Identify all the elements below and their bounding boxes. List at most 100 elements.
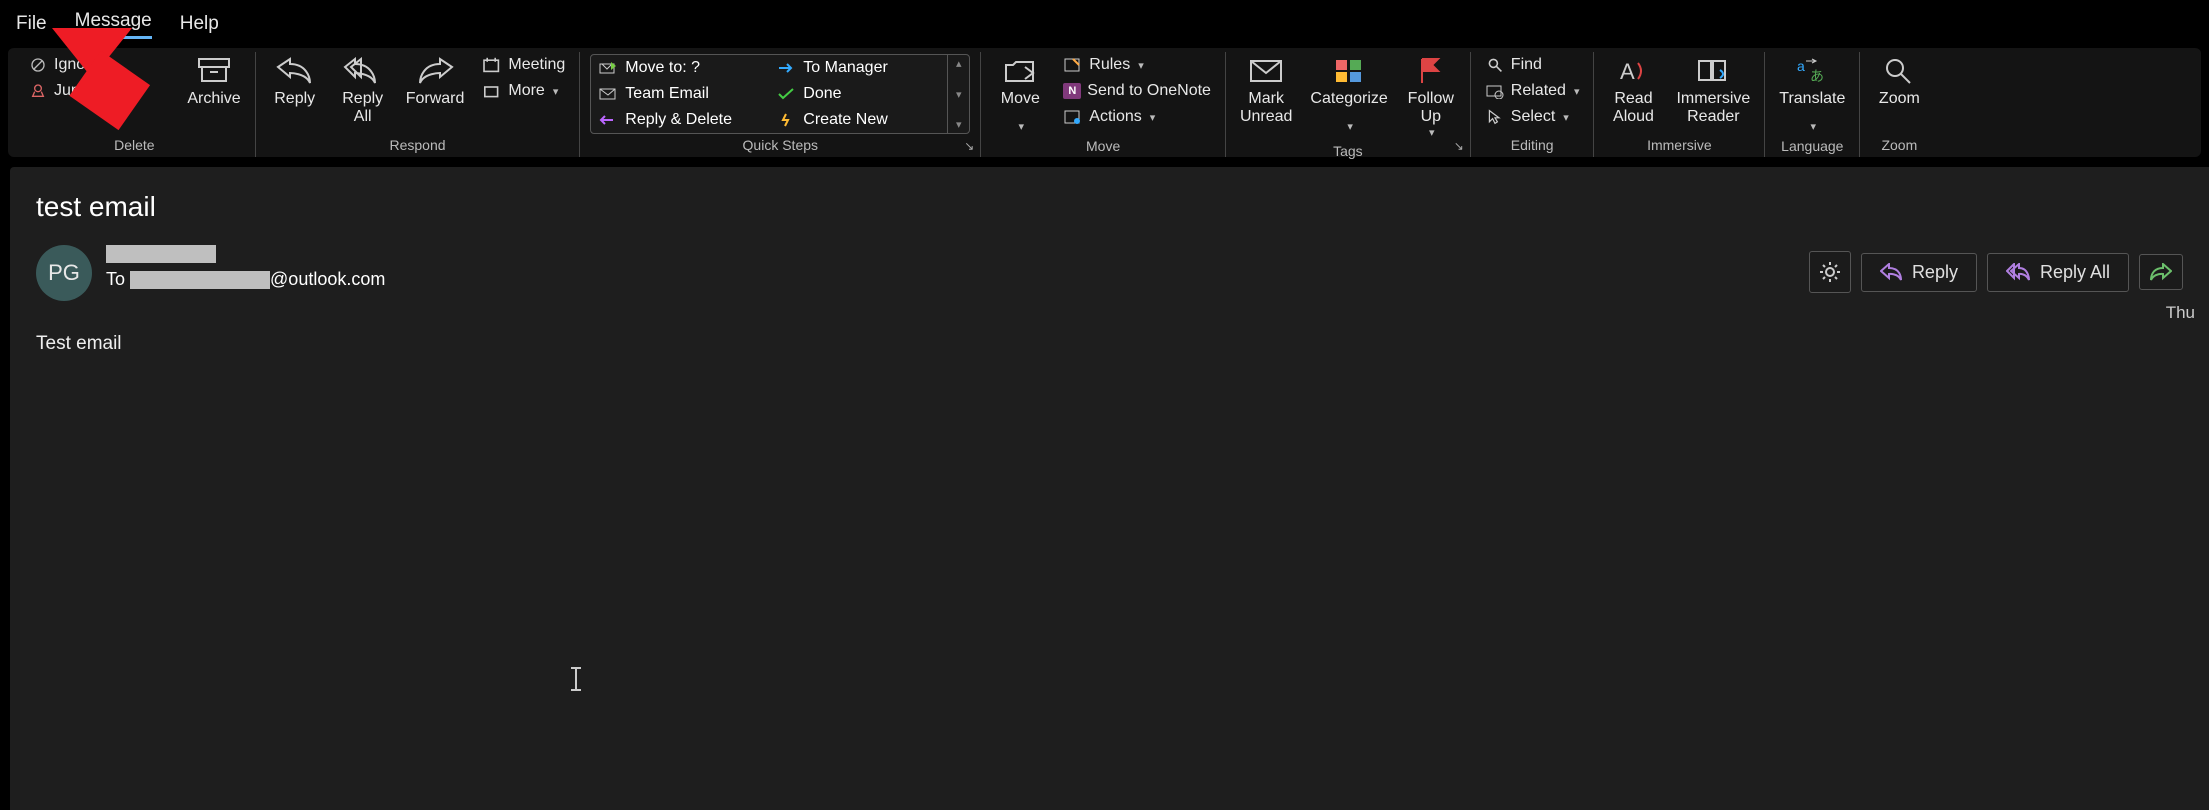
quickstep-done-label: Done (803, 85, 841, 103)
rules-label: Rules (1089, 56, 1130, 74)
ignore-button[interactable]: Ignore (24, 54, 105, 76)
rules-button[interactable]: Rules▾ (1059, 54, 1215, 76)
text-cursor (575, 667, 577, 691)
immersivereader-icon (1696, 56, 1730, 86)
quickstep-replydelete[interactable]: Reply & Delete (591, 107, 769, 133)
related-label: Related (1511, 82, 1566, 100)
move-button[interactable]: Move▾ (991, 54, 1049, 136)
email-header: PG To @outlook.com Reply Reply All (36, 245, 2183, 301)
email-timestamp: Thu (2166, 303, 2195, 323)
readaloud-label: Read Aloud (1613, 90, 1654, 127)
zoom-label: Zoom (1879, 90, 1920, 108)
meeting-button[interactable]: Meeting (478, 54, 569, 76)
replyall-label: Reply All (342, 90, 383, 127)
quicksteps-scroll[interactable]: ▴▾▾ (947, 55, 969, 133)
group-editing: Find Related▾ Select▾ Editing (1471, 52, 1595, 157)
categorize-button[interactable]: Categorize▾ (1306, 54, 1391, 136)
quicksteps-launcher[interactable]: ↘ (964, 139, 974, 153)
pane-forward-button[interactable] (2139, 254, 2183, 290)
group-tags-label: Tags (1236, 141, 1460, 161)
email-subject: test email (36, 191, 2183, 223)
more-respond-button[interactable]: More▾ (478, 80, 569, 102)
zoom-icon (1884, 56, 1914, 86)
sender-name-redacted (106, 245, 216, 263)
email-body: Test email (36, 333, 2183, 355)
svg-text:あ: あ (1810, 68, 1824, 84)
quickstep-moveto[interactable]: Move to: ? (591, 55, 769, 81)
quickstep-teamemail[interactable]: Team Email (591, 81, 769, 107)
reading-pane: test email PG To @outlook.com Reply Repl… (10, 167, 2209, 810)
svg-text:A: A (1620, 59, 1635, 84)
toggle-light-button[interactable] (1809, 251, 1851, 293)
reply-icon (276, 56, 314, 86)
find-button[interactable]: Find (1481, 54, 1584, 76)
group-delete-label: Delete (24, 135, 245, 155)
to-line: To @outlook.com (106, 269, 385, 290)
pane-reply-button[interactable]: Reply (1861, 253, 1977, 292)
immersivereader-label: Immersive Reader (1676, 90, 1750, 127)
move-icon (1003, 56, 1037, 86)
tab-help[interactable]: Help (180, 13, 219, 39)
group-zoom-label: Zoom (1870, 135, 1928, 155)
tab-message[interactable]: Message (75, 10, 152, 39)
quickstep-done[interactable]: Done (769, 81, 947, 107)
replyall-icon (2006, 263, 2030, 281)
followup-label: Follow Up (1408, 90, 1454, 127)
group-immersive-label: Immersive (1604, 135, 1754, 155)
tab-file[interactable]: File (16, 13, 47, 39)
onenote-button[interactable]: N Send to OneNote (1059, 80, 1215, 102)
forward-button[interactable]: Forward (402, 54, 469, 110)
flag-icon (1418, 56, 1444, 86)
to-address-redacted (130, 271, 270, 289)
envelope-icon (1249, 56, 1283, 86)
quickstep-tomanager-label: To Manager (803, 59, 888, 77)
categorize-icon (1334, 56, 1364, 86)
group-respond-label: Respond (266, 135, 570, 155)
pane-replyall-button[interactable]: Reply All (1987, 253, 2129, 292)
group-language-label: Language (1775, 136, 1849, 156)
zoom-button[interactable]: Zoom (1870, 54, 1928, 110)
markunread-button[interactable]: Mark Unread (1236, 54, 1296, 129)
onenote-label: Send to OneNote (1087, 82, 1211, 100)
tags-launcher[interactable]: ↘ (1454, 139, 1464, 153)
reply-button[interactable]: Reply (266, 54, 324, 110)
group-immersive: A Read Aloud Immersive Reader Immersive (1594, 52, 1765, 157)
quickstep-createnew-label: Create New (803, 111, 887, 129)
ribbon: Ignore Junk▾ Archive Delete (8, 47, 2201, 157)
translate-button[interactable]: aあ Translate▾ (1775, 54, 1849, 136)
sender-avatar[interactable]: PG (36, 245, 92, 301)
readaloud-button[interactable]: A Read Aloud (1604, 54, 1662, 129)
readaloud-icon: A (1618, 56, 1648, 86)
group-quicksteps-label: Quick Steps (590, 135, 970, 155)
actions-label: Actions (1089, 108, 1141, 126)
junk-button[interactable]: Junk▾ (24, 80, 105, 102)
to-label: To (106, 269, 125, 289)
quickstep-replydelete-label: Reply & Delete (625, 111, 732, 129)
group-delete: Ignore Junk▾ Archive Delete (14, 52, 256, 157)
followup-button[interactable]: Follow Up▾ (1402, 54, 1460, 141)
sun-icon (1819, 261, 1841, 283)
quickstep-createnew[interactable]: Create New (769, 107, 947, 133)
related-button[interactable]: Related▾ (1481, 80, 1584, 102)
group-language: aあ Translate▾ Language (1765, 52, 1860, 157)
archive-button[interactable]: Archive (183, 54, 244, 110)
junk-label: Junk (54, 82, 88, 100)
quickstep-moveto-label: Move to: ? (625, 59, 700, 77)
group-tags: Mark Unread Categorize▾ Follow Up▾ Tags … (1226, 52, 1471, 157)
archive-icon (197, 56, 231, 86)
to-suffix: @outlook.com (270, 269, 385, 289)
immersivereader-button[interactable]: Immersive Reader (1672, 54, 1754, 129)
markunread-label: Mark Unread (1240, 90, 1292, 127)
replyall-button[interactable]: Reply All (334, 54, 392, 129)
group-editing-label: Editing (1481, 135, 1584, 155)
meeting-label: Meeting (508, 56, 565, 74)
replyall-icon (343, 56, 383, 86)
actions-button[interactable]: Actions▾ (1059, 106, 1215, 128)
pane-replyall-label: Reply All (2040, 262, 2110, 283)
find-label: Find (1511, 56, 1542, 74)
quickstep-tomanager[interactable]: To Manager (769, 55, 947, 81)
categorize-label: Categorize (1310, 90, 1387, 108)
reply-label: Reply (274, 90, 315, 108)
select-button[interactable]: Select▾ (1481, 106, 1584, 128)
group-quicksteps: Move to: ? To Manager ▴▾▾ Team Email Don… (580, 52, 981, 157)
